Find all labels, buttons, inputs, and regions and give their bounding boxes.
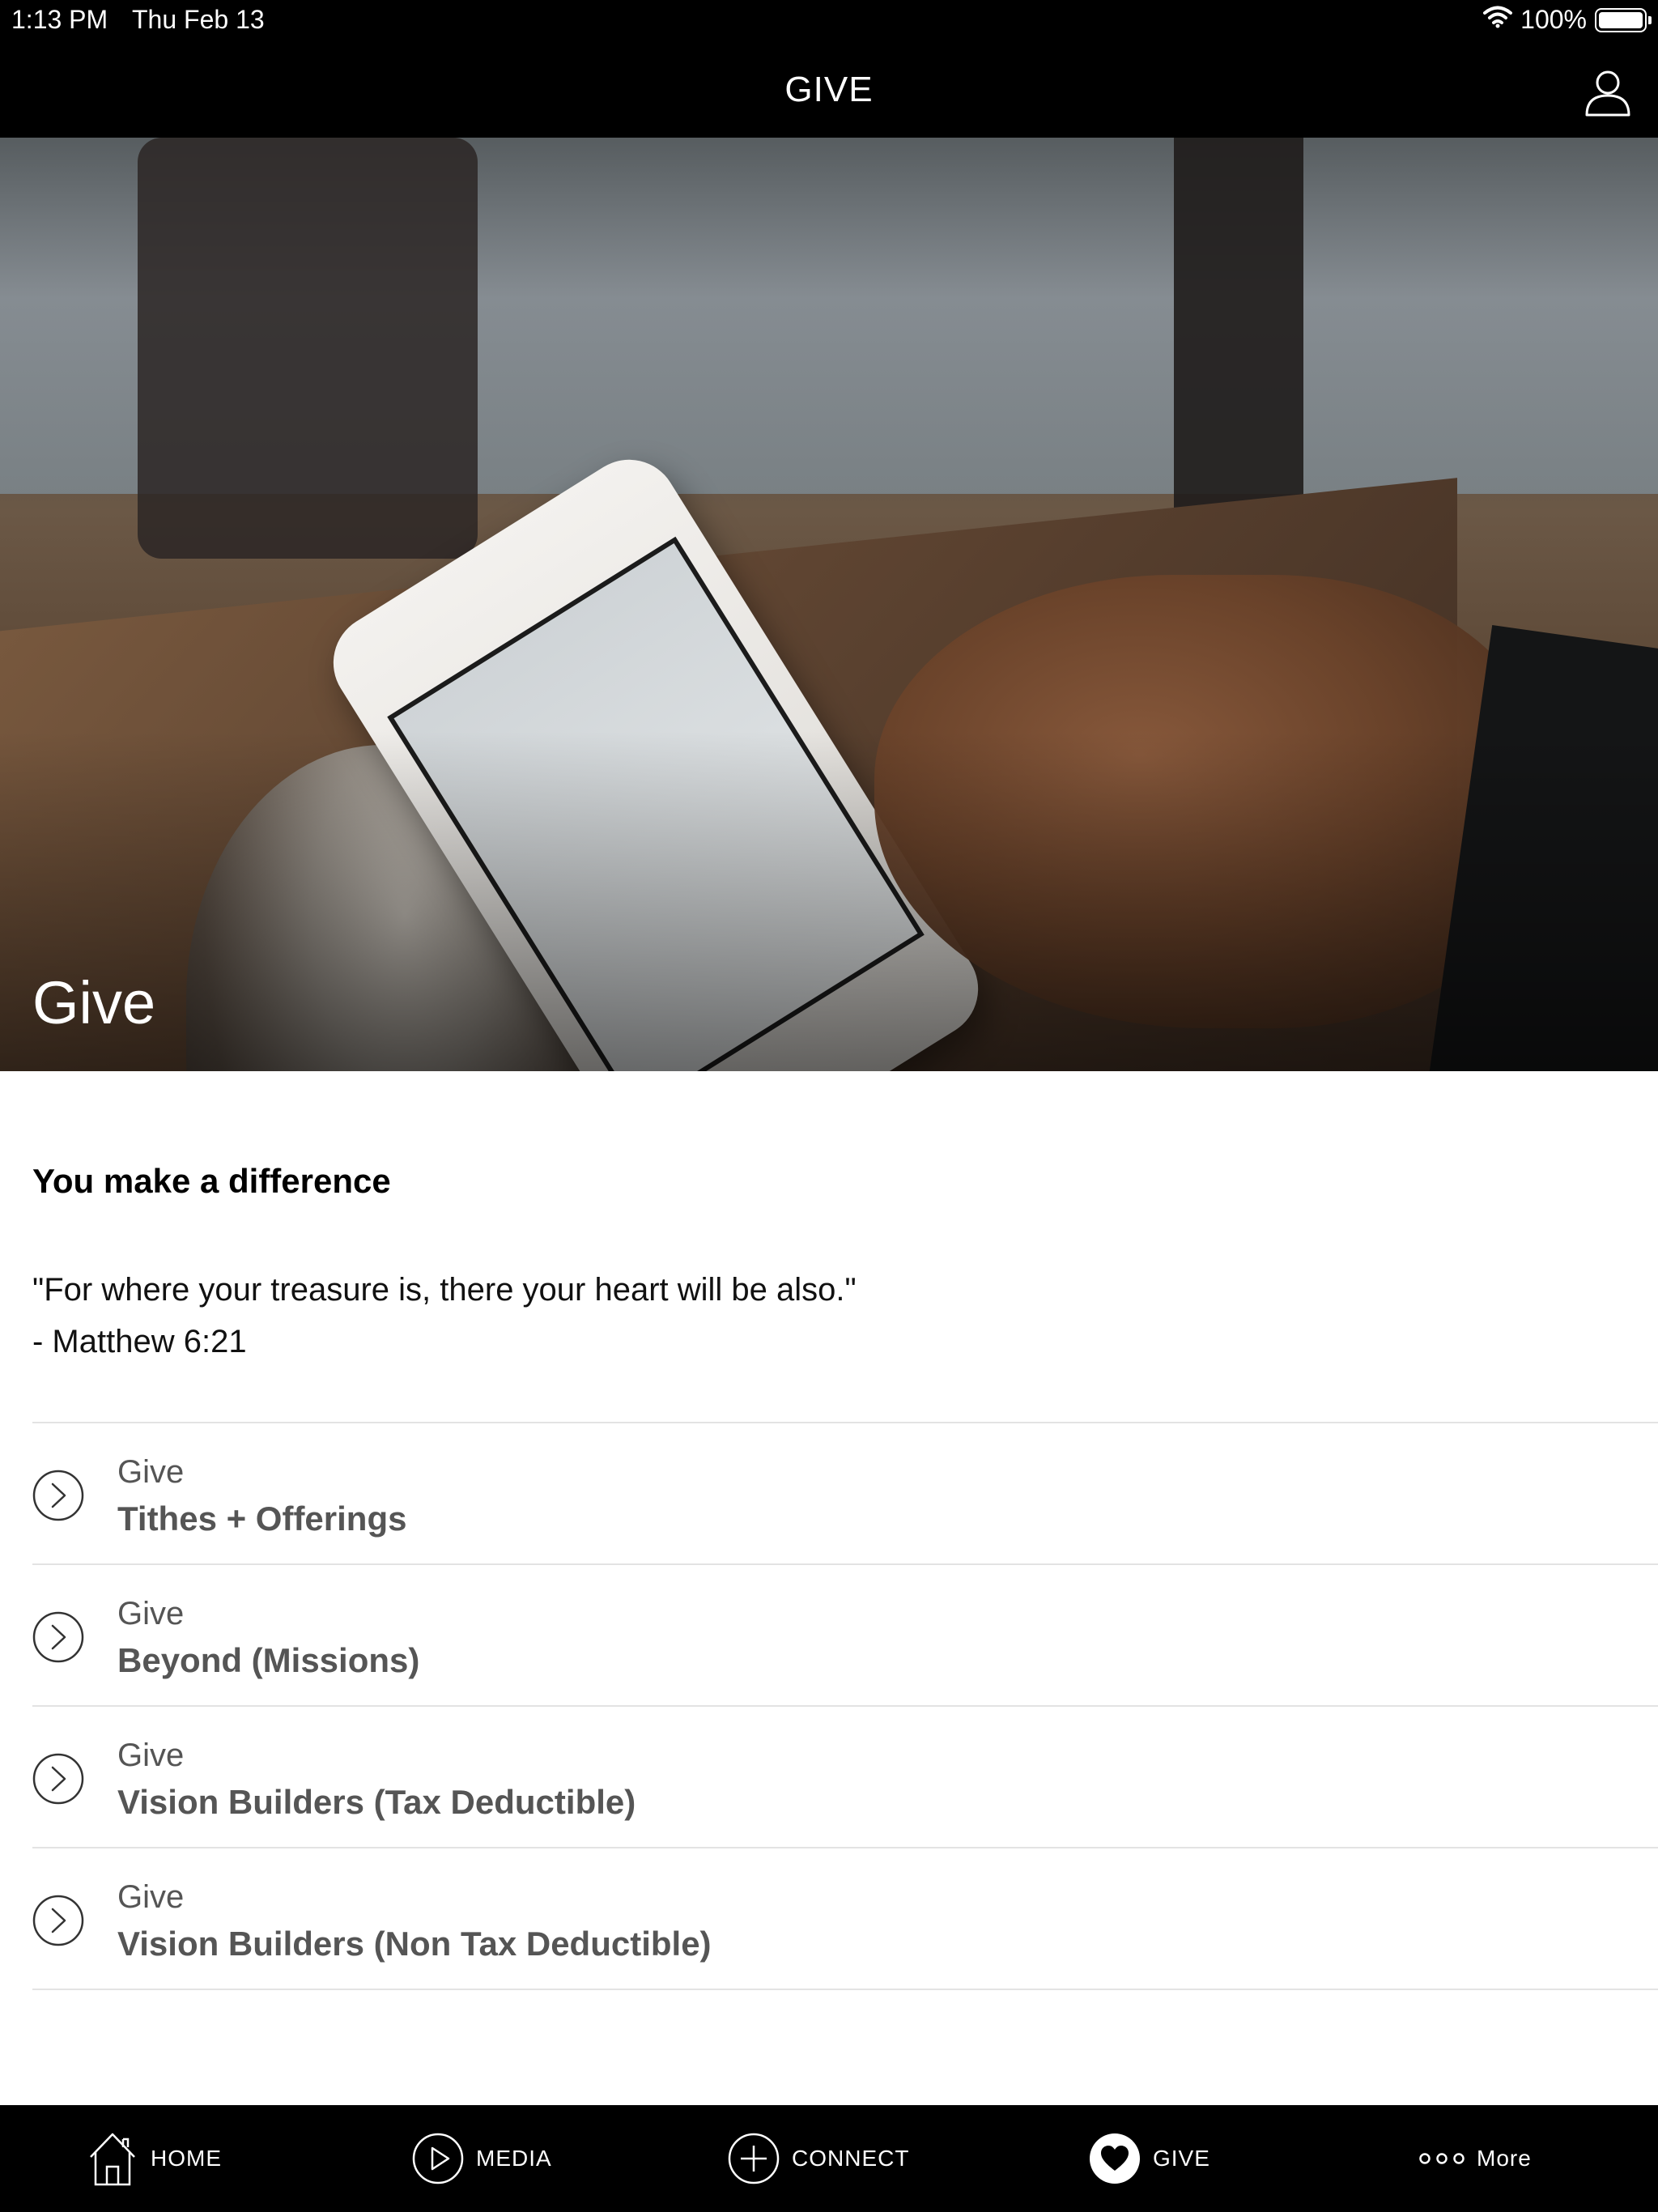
give-option-tithes[interactable]: Give Tithes + Offerings [32, 1423, 1658, 1565]
status-bar: 1:13 PM Thu Feb 13 100% [0, 0, 1658, 42]
tab-label: More [1477, 2146, 1532, 2171]
chevron-right-circle-icon [32, 1470, 84, 1521]
give-screen: 1:13 PM Thu Feb 13 100% GIVE Give You ma… [0, 0, 1658, 2212]
hero-image [0, 138, 1658, 1071]
tab-bar: HOME MEDIA CONNECT GIVE More [0, 2105, 1658, 2212]
plus-icon [728, 2133, 780, 2184]
give-option-title: Tithes + Offerings [117, 1499, 407, 1538]
give-option-kicker: Give [117, 1738, 185, 1773]
nav-title: GIVE [784, 70, 874, 109]
hero-title: Give [32, 969, 156, 1036]
give-options-list: Give Tithes + Offerings Give Beyond (Mis… [32, 1423, 1658, 1990]
battery-percent: 100% [1520, 5, 1587, 34]
status-right: 100% [1483, 5, 1652, 35]
heart-icon [1090, 2133, 1140, 2184]
give-option-kicker: Give [117, 1454, 185, 1490]
quote-text: "For where your treasure is, there your … [32, 1272, 857, 1308]
wifi-icon [1483, 5, 1513, 35]
tab-label: MEDIA [476, 2146, 552, 2171]
give-option-title: Vision Builders (Non Tax Deductible) [117, 1925, 712, 1963]
tab-label: GIVE [1153, 2146, 1210, 2171]
tab-connect[interactable]: CONNECT [727, 2129, 909, 2188]
chevron-right-circle-icon [32, 1895, 84, 1946]
quote-reference: - Matthew 6:21 [32, 1324, 247, 1359]
tab-give[interactable]: GIVE [1088, 2129, 1210, 2188]
tab-label: CONNECT [792, 2146, 910, 2171]
home-icon [90, 2133, 135, 2186]
section-heading: You make a difference [32, 1162, 391, 1200]
profile-button[interactable] [1582, 66, 1634, 118]
tab-more[interactable]: More [1418, 2129, 1532, 2188]
chevron-right-circle-icon [32, 1753, 84, 1805]
navigation-bar: GIVE [0, 42, 1658, 138]
more-icon [1419, 2153, 1465, 2164]
person-icon [1585, 70, 1630, 117]
give-option-title: Vision Builders (Tax Deductible) [117, 1783, 636, 1821]
give-option-missions[interactable]: Give Beyond (Missions) [32, 1565, 1658, 1707]
give-option-kicker: Give [117, 1879, 185, 1915]
scripture-quote: "For where your treasure is, there your … [32, 1264, 857, 1368]
tab-media[interactable]: MEDIA [411, 2129, 552, 2188]
chevron-right-circle-icon [32, 1611, 84, 1663]
status-time: 1:13 PM [11, 5, 108, 34]
battery-icon [1595, 7, 1652, 32]
play-icon [412, 2133, 464, 2184]
give-option-kicker: Give [117, 1596, 185, 1631]
tab-label: HOME [151, 2146, 222, 2171]
give-option-vision-builders-tax[interactable]: Give Vision Builders (Tax Deductible) [32, 1707, 1658, 1848]
give-option-title: Beyond (Missions) [117, 1641, 420, 1679]
tab-home[interactable]: HOME [86, 2129, 222, 2188]
give-option-vision-builders-non-tax[interactable]: Give Vision Builders (Non Tax Deductible… [32, 1848, 1658, 1990]
status-date: Thu Feb 13 [132, 5, 265, 34]
